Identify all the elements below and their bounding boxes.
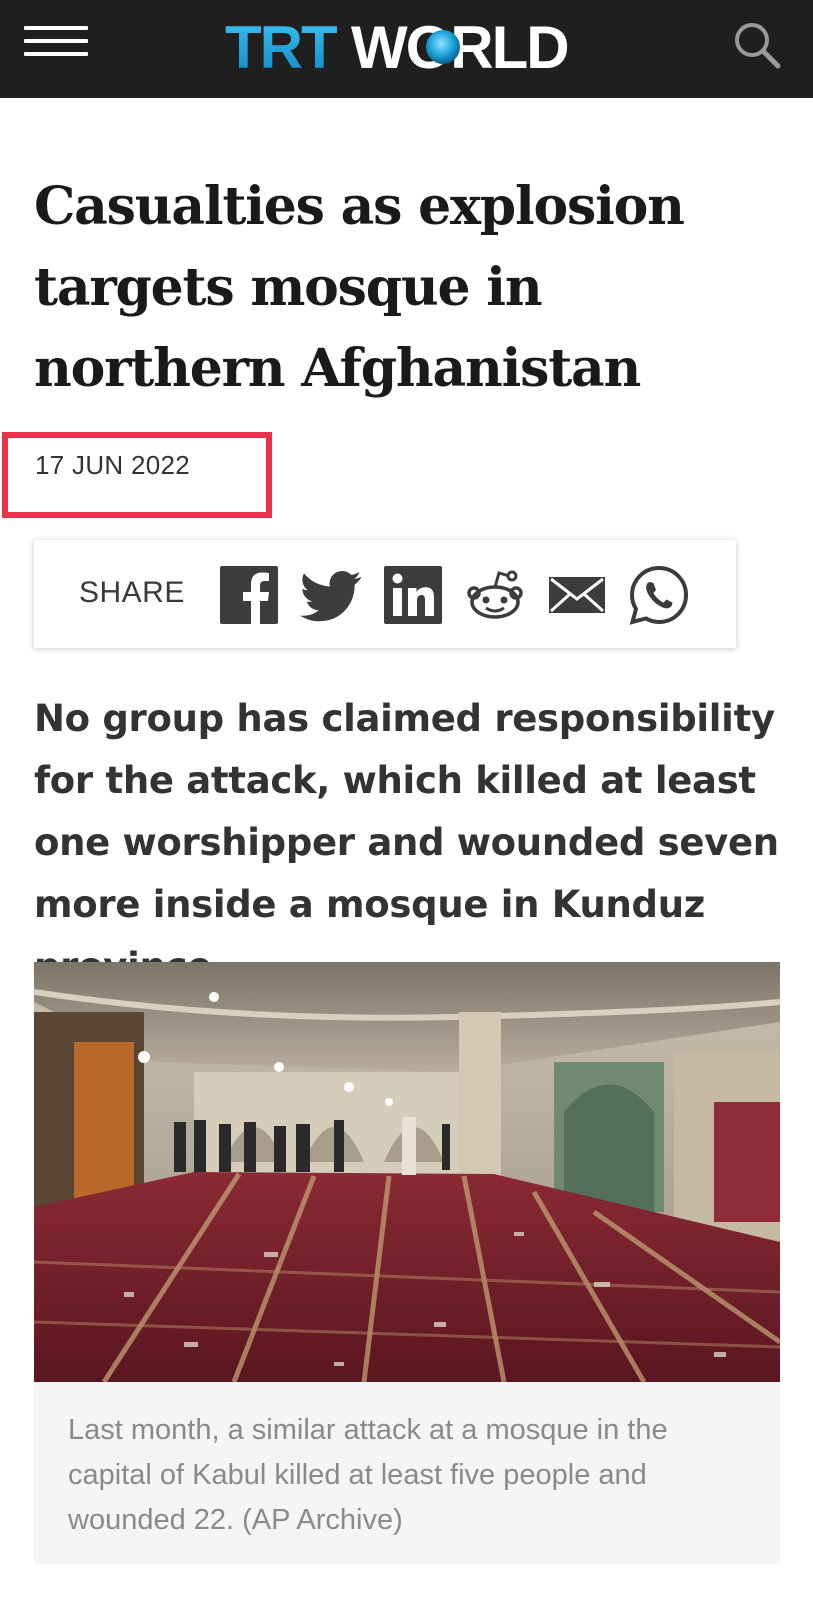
reddit-share-button[interactable]: [464, 564, 526, 626]
article-photo[interactable]: [34, 962, 780, 1382]
article-lede: No group has claimed responsibility for …: [34, 697, 779, 988]
linkedin-icon: [384, 566, 442, 624]
reddit-icon: [467, 570, 523, 619]
whatsapp-icon: [629, 565, 689, 625]
article-date: 17 JUN 2022: [35, 450, 191, 480]
trt-world-logo[interactable]: TRT WORLD: [225, 14, 585, 84]
linkedin-share-button[interactable]: [382, 564, 444, 626]
email-share-button[interactable]: [546, 564, 608, 626]
twitter-share-button[interactable]: [300, 564, 362, 626]
photo-caption: Last month, a similar attack at a mosque…: [68, 1414, 668, 1536]
facebook-icon: [220, 566, 278, 624]
hamburger-menu-icon[interactable]: [24, 24, 88, 60]
share-label: SHARE: [79, 576, 185, 609]
share-bar: SHARE: [34, 540, 736, 648]
mosque-interior-image: [34, 962, 780, 1382]
top-navigation-bar: TRT WORLD: [0, 0, 813, 98]
search-icon[interactable]: [730, 18, 786, 74]
whatsapp-share-button[interactable]: [628, 564, 690, 626]
photo-caption-box: Last month, a similar attack at a mosque…: [34, 1382, 780, 1564]
twitter-icon: [300, 571, 361, 622]
facebook-share-button[interactable]: [218, 564, 280, 626]
article-headline: Casualties as explosion targets mosque i…: [34, 176, 685, 399]
email-icon: [549, 577, 605, 613]
svg-text:TRT: TRT: [225, 14, 337, 81]
